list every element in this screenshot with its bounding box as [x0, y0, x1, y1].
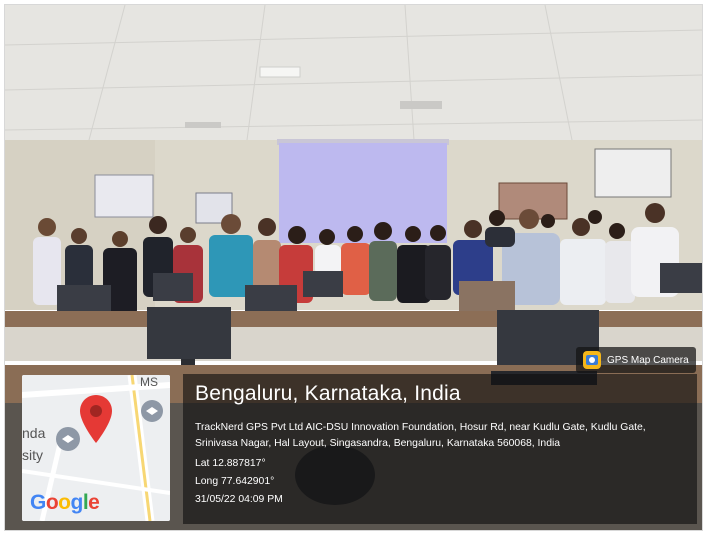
- longitude-text: Long 77.642901°: [195, 476, 275, 487]
- ceiling-vent: [185, 122, 221, 128]
- map-label-top: MS: [140, 375, 158, 389]
- map-thumbnail: MS nda sity Google: [22, 375, 170, 521]
- datetime-text: 31/05/22 04:09 PM: [195, 494, 283, 505]
- wall-poster: [594, 148, 672, 198]
- location-pin-icon: [80, 395, 112, 443]
- projection-screen: [279, 143, 447, 243]
- ceiling-vent: [400, 101, 442, 109]
- ceiling: [5, 5, 702, 155]
- photo-frame: GPS Map Camera MS nda sity Google Bengal…: [4, 4, 703, 531]
- gps-map-camera-badge: GPS Map Camera: [576, 347, 696, 373]
- latitude-text: Lat 12.887817°: [195, 458, 266, 469]
- google-logo: Google: [30, 491, 100, 514]
- location-title: Bengaluru, Karnataka, India: [195, 382, 461, 405]
- wall-poster: [94, 174, 154, 218]
- map-label-left-1: nda: [22, 425, 46, 441]
- map-label-left-2: sity: [22, 447, 43, 463]
- gps-map-camera-icon: [583, 351, 601, 369]
- ceiling-light: [259, 66, 301, 78]
- badge-label: GPS Map Camera: [607, 354, 689, 366]
- location-info-panel: Bengaluru, Karnataka, India TrackNerd GP…: [183, 374, 697, 524]
- front-monitor: [147, 307, 231, 359]
- address-text: TrackNerd GPS Pvt Ltd AIC-DSU Innovation…: [195, 422, 646, 449]
